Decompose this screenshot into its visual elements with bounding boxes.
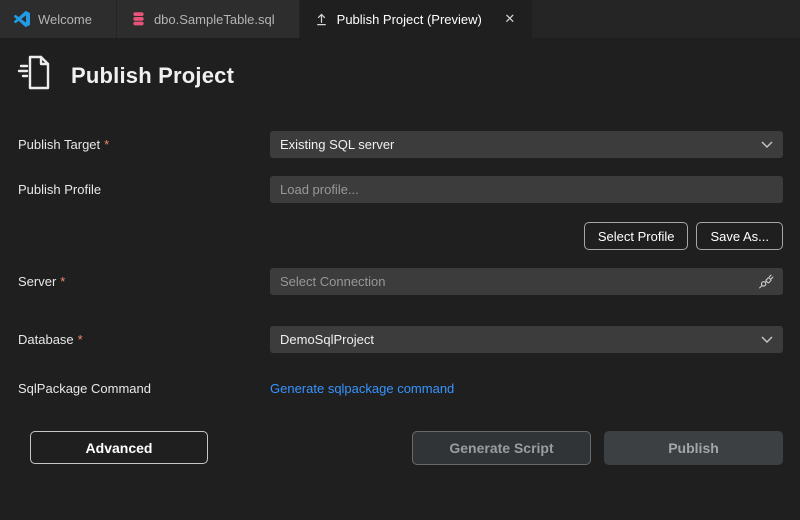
database-row: Database* DemoSqlProject xyxy=(18,326,783,353)
tab-label: Welcome xyxy=(38,12,92,27)
database-label: Database* xyxy=(18,332,270,347)
publish-profile-row: Publish Profile xyxy=(18,176,783,203)
server-connection-input[interactable] xyxy=(270,268,783,295)
publish-project-document-icon xyxy=(16,52,58,99)
required-asterisk: * xyxy=(60,274,65,289)
server-label: Server* xyxy=(18,274,270,289)
tab-label: Publish Project (Preview) xyxy=(337,12,482,27)
generate-script-button[interactable]: Generate Script xyxy=(412,431,591,465)
publish-target-dropdown[interactable]: Existing SQL server xyxy=(270,131,783,158)
publish-profile-buttons-row: Select Profile Save As... xyxy=(18,222,783,250)
chevron-down-icon xyxy=(761,141,773,148)
database-icon xyxy=(131,11,146,27)
sqlpackage-command-row: SqlPackage Command Generate sqlpackage c… xyxy=(18,379,783,397)
publish-project-form: Publish Project Publish Target* Existing… xyxy=(0,38,800,520)
save-as-button[interactable]: Save As... xyxy=(696,222,783,250)
server-row: Server* xyxy=(18,268,783,295)
publish-target-row: Publish Target* Existing SQL server xyxy=(18,131,783,158)
advanced-button[interactable]: Advanced xyxy=(30,431,208,464)
tab-label: dbo.SampleTable.sql xyxy=(154,12,275,27)
close-icon[interactable]: ✕ xyxy=(500,9,520,29)
chevron-down-icon xyxy=(761,336,773,343)
database-value: DemoSqlProject xyxy=(280,332,374,347)
publish-target-label: Publish Target* xyxy=(18,137,270,152)
sqlpackage-command-label: SqlPackage Command xyxy=(18,381,270,396)
tab-welcome[interactable]: Welcome xyxy=(0,0,116,38)
tab-bar: Welcome dbo.SampleTable.sql xyxy=(0,0,800,38)
publish-upload-icon xyxy=(314,12,329,27)
page-title: Publish Project xyxy=(71,63,234,89)
tab-dbo-sampletable[interactable]: dbo.SampleTable.sql xyxy=(117,0,299,38)
database-dropdown[interactable]: DemoSqlProject xyxy=(270,326,783,353)
azure-data-studio-logo-icon xyxy=(14,11,30,27)
required-asterisk: * xyxy=(104,137,109,152)
required-asterisk: * xyxy=(78,332,83,347)
page-header: Publish Project xyxy=(16,52,234,99)
generate-sqlpackage-command-link[interactable]: Generate sqlpackage command xyxy=(270,381,454,396)
select-profile-button[interactable]: Select Profile xyxy=(584,222,689,250)
publish-project-dialog: Welcome dbo.SampleTable.sql xyxy=(0,0,800,520)
publish-profile-input[interactable] xyxy=(270,176,783,203)
publish-button[interactable]: Publish xyxy=(604,431,783,465)
connect-plug-icon[interactable] xyxy=(757,273,774,290)
publish-target-value: Existing SQL server xyxy=(280,137,394,152)
tab-publish-project[interactable]: Publish Project (Preview) ✕ xyxy=(300,0,532,38)
publish-profile-label: Publish Profile xyxy=(18,182,270,197)
